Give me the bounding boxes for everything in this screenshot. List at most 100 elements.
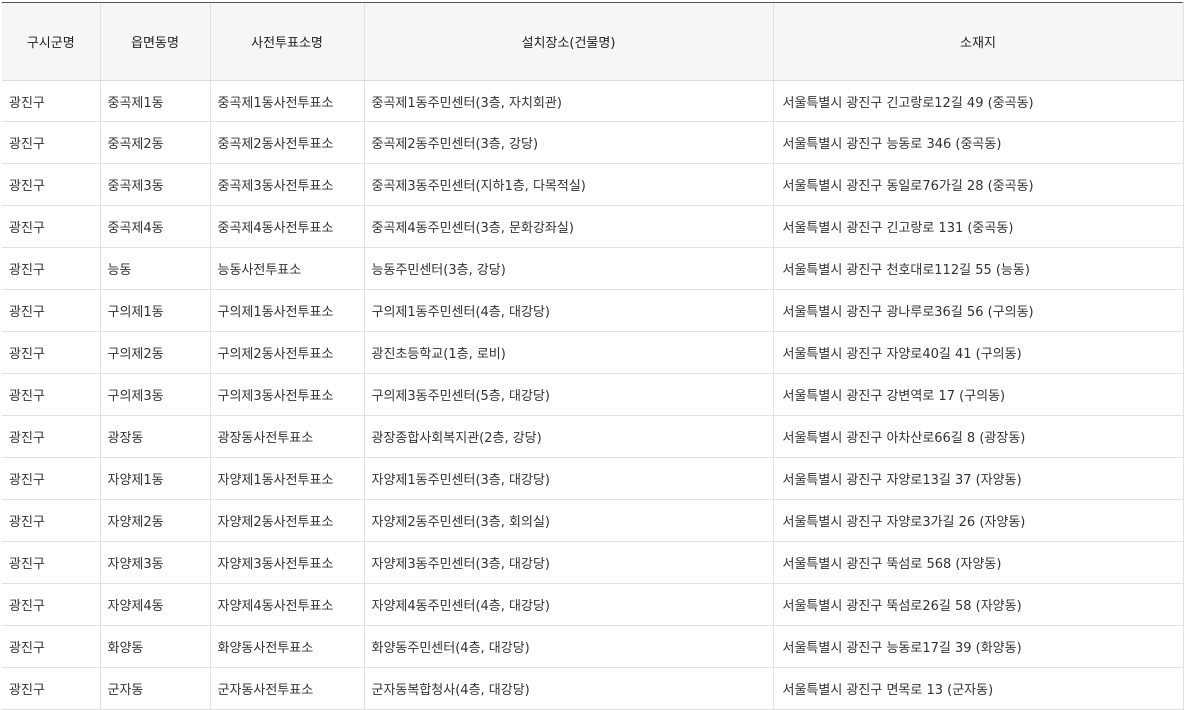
cell-location: 구의제3동주민센터(5층, 대강당) [363, 373, 773, 416]
cell-dong: 중곡제4동 [99, 205, 210, 248]
cell-station-name: 중곡제4동사전투표소 [209, 205, 364, 248]
cell-address: 서울특별시 광진구 자양로3가길 26 (자양동) [772, 499, 1184, 542]
cell-location: 중곡제3동주민센터(지하1층, 다목적실) [363, 163, 773, 206]
table-body: 광진구 중곡제1동 중곡제1동사전투표소 중곡제1동주민센터(3층, 자치회관) 서울특… [2, 80, 1184, 710]
table-header: 구시군명 읍면동명 사전투표소명 설치장소(건물명) 소재지 [2, 2, 1184, 81]
cell-location: 능동주민센터(3층, 강당) [363, 247, 773, 290]
cell-station-name: 화양동사전투표소 [209, 625, 364, 668]
cell-district: 광진구 [2, 163, 100, 206]
table-row: 광진구 중곡제1동 중곡제1동사전투표소 중곡제1동주민센터(3층, 자치회관) 서울특… [2, 80, 1184, 122]
cell-dong: 자양제1동 [99, 457, 210, 500]
header-location: 설치장소(건물명) [363, 2, 773, 81]
cell-location: 자양제4동주민센터(4층, 대강당) [363, 583, 773, 626]
table-row: 광진구 중곡제4동 중곡제4동사전투표소 중곡제4동주민센터(3층, 문화강좌실) 서울… [2, 205, 1184, 248]
cell-address: 서울특별시 광진구 아차산로66길 8 (광장동) [772, 415, 1184, 458]
cell-station-name: 중곡제3동사전투표소 [209, 163, 364, 206]
cell-dong: 중곡제3동 [99, 163, 210, 206]
cell-location: 구의제1동주민센터(4층, 대강당) [363, 289, 773, 332]
table-row: 광진구 중곡제3동 중곡제3동사전투표소 중곡제3동주민센터(지하1층, 다목적실) 서… [2, 163, 1184, 206]
cell-dong: 화양동 [99, 625, 210, 668]
cell-location: 중곡제4동주민센터(3층, 문화강좌실) [363, 205, 773, 248]
cell-address: 서울특별시 광진구 자양로40길 41 (구의동) [772, 331, 1184, 374]
cell-location: 광장종합사회복지관(2층, 강당) [363, 415, 773, 458]
header-station-name: 사전투표소명 [209, 2, 364, 81]
cell-district: 광진구 [2, 667, 100, 710]
cell-district: 광진구 [2, 499, 100, 542]
cell-address: 서울특별시 광진구 강변역로 17 (구의동) [772, 373, 1184, 416]
cell-district: 광진구 [2, 331, 100, 374]
table-row: 광진구 자양제2동 자양제2동사전투표소 자양제2동주민센터(3층, 회의실) 서울특별… [2, 499, 1184, 542]
cell-district: 광진구 [2, 80, 100, 122]
cell-location: 자양제2동주민센터(3층, 회의실) [363, 499, 773, 542]
table-row: 광진구 구의제3동 구의제3동사전투표소 구의제3동주민센터(5층, 대강당) 서울특별… [2, 373, 1184, 416]
cell-dong: 중곡제1동 [99, 80, 210, 122]
table-row: 광진구 중곡제2동 중곡제2동사전투표소 중곡제2동주민센터(3층, 강당) 서울특별시… [2, 121, 1184, 164]
table-row: 광진구 자양제4동 자양제4동사전투표소 자양제4동주민센터(4층, 대강당) 서울특별… [2, 583, 1184, 626]
cell-station-name: 광장동사전투표소 [209, 415, 364, 458]
table-row: 광진구 구의제2동 구의제2동사전투표소 광진초등학교(1층, 로비) 서울특별시 광진… [2, 331, 1184, 374]
cell-dong: 구의제2동 [99, 331, 210, 374]
cell-district: 광진구 [2, 289, 100, 332]
cell-station-name: 중곡제2동사전투표소 [209, 121, 364, 164]
cell-station-name: 구의제2동사전투표소 [209, 331, 364, 374]
cell-district: 광진구 [2, 625, 100, 668]
cell-dong: 군자동 [99, 667, 210, 710]
polling-station-table: 구시군명 읍면동명 사전투표소명 설치장소(건물명) 소재지 광진구 중곡제1동 중… [2, 2, 1184, 710]
cell-address: 서울특별시 광진구 자양로13길 37 (자양동) [772, 457, 1184, 500]
table-row: 광진구 화양동 화양동사전투표소 화양동주민센터(4층, 대강당) 서울특별시 광진구 … [2, 625, 1184, 668]
cell-district: 광진구 [2, 457, 100, 500]
cell-dong: 구의제1동 [99, 289, 210, 332]
cell-dong: 능동 [99, 247, 210, 290]
cell-location: 화양동주민센터(4층, 대강당) [363, 625, 773, 668]
header-row: 구시군명 읍면동명 사전투표소명 설치장소(건물명) 소재지 [2, 2, 1184, 81]
cell-dong: 중곡제2동 [99, 121, 210, 164]
cell-station-name: 구의제3동사전투표소 [209, 373, 364, 416]
cell-address: 서울특별시 광진구 능동로 346 (중곡동) [772, 121, 1184, 164]
cell-station-name: 중곡제1동사전투표소 [209, 80, 364, 122]
cell-location: 중곡제1동주민센터(3층, 자치회관) [363, 80, 773, 122]
header-district: 구시군명 [2, 2, 100, 81]
page: 구시군명 읍면동명 사전투표소명 설치장소(건물명) 소재지 광진구 중곡제1동 중… [0, 0, 1186, 710]
cell-dong: 자양제2동 [99, 499, 210, 542]
cell-station-name: 자양제1동사전투표소 [209, 457, 364, 500]
cell-district: 광진구 [2, 247, 100, 290]
cell-address: 서울특별시 광진구 광나루로36길 56 (구의동) [772, 289, 1184, 332]
cell-district: 광진구 [2, 583, 100, 626]
cell-address: 서울특별시 광진구 능동로17길 39 (화양동) [772, 625, 1184, 668]
cell-location: 자양제1동주민센터(3층, 대강당) [363, 457, 773, 500]
table-row: 광진구 광장동 광장동사전투표소 광장종합사회복지관(2층, 강당) 서울특별시 광진구… [2, 415, 1184, 458]
header-address: 소재지 [772, 2, 1184, 81]
table-row: 광진구 능동 능동사전투표소 능동주민센터(3층, 강당) 서울특별시 광진구 천호대로… [2, 247, 1184, 290]
cell-district: 광진구 [2, 205, 100, 248]
cell-district: 광진구 [2, 415, 100, 458]
cell-address: 서울특별시 광진구 뚝섬로 568 (자양동) [772, 541, 1184, 584]
cell-district: 광진구 [2, 373, 100, 416]
cell-location: 자양제3동주민센터(3층, 대강당) [363, 541, 773, 584]
cell-address: 서울특별시 광진구 면목로 13 (군자동) [772, 667, 1184, 710]
cell-district: 광진구 [2, 121, 100, 164]
cell-address: 서울특별시 광진구 뚝섬로26길 58 (자양동) [772, 583, 1184, 626]
cell-location: 중곡제2동주민센터(3층, 강당) [363, 121, 773, 164]
cell-address: 서울특별시 광진구 동일로76가길 28 (중곡동) [772, 163, 1184, 206]
table-row: 광진구 자양제3동 자양제3동사전투표소 자양제3동주민센터(3층, 대강당) 서울특별… [2, 541, 1184, 584]
cell-station-name: 능동사전투표소 [209, 247, 364, 290]
cell-station-name: 자양제4동사전투표소 [209, 583, 364, 626]
cell-dong: 자양제3동 [99, 541, 210, 584]
table-row: 광진구 군자동 군자동사전투표소 군자동복합청사(4층, 대강당) 서울특별시 광진구 … [2, 667, 1184, 710]
header-dong: 읍면동명 [99, 2, 210, 81]
cell-district: 광진구 [2, 541, 100, 584]
cell-address: 서울특별시 광진구 천호대로112길 55 (능동) [772, 247, 1184, 290]
cell-station-name: 군자동사전투표소 [209, 667, 364, 710]
cell-dong: 구의제3동 [99, 373, 210, 416]
cell-dong: 광장동 [99, 415, 210, 458]
cell-location: 군자동복합청사(4층, 대강당) [363, 667, 773, 710]
cell-station-name: 자양제3동사전투표소 [209, 541, 364, 584]
cell-address: 서울특별시 광진구 긴고랑로 131 (중곡동) [772, 205, 1184, 248]
table-row: 광진구 구의제1동 구의제1동사전투표소 구의제1동주민센터(4층, 대강당) 서울특별… [2, 289, 1184, 332]
cell-location: 광진초등학교(1층, 로비) [363, 331, 773, 374]
cell-station-name: 자양제2동사전투표소 [209, 499, 364, 542]
table-row: 광진구 자양제1동 자양제1동사전투표소 자양제1동주민센터(3층, 대강당) 서울특별… [2, 457, 1184, 500]
cell-address: 서울특별시 광진구 긴고랑로12길 49 (중곡동) [772, 80, 1184, 122]
cell-station-name: 구의제1동사전투표소 [209, 289, 364, 332]
cell-dong: 자양제4동 [99, 583, 210, 626]
